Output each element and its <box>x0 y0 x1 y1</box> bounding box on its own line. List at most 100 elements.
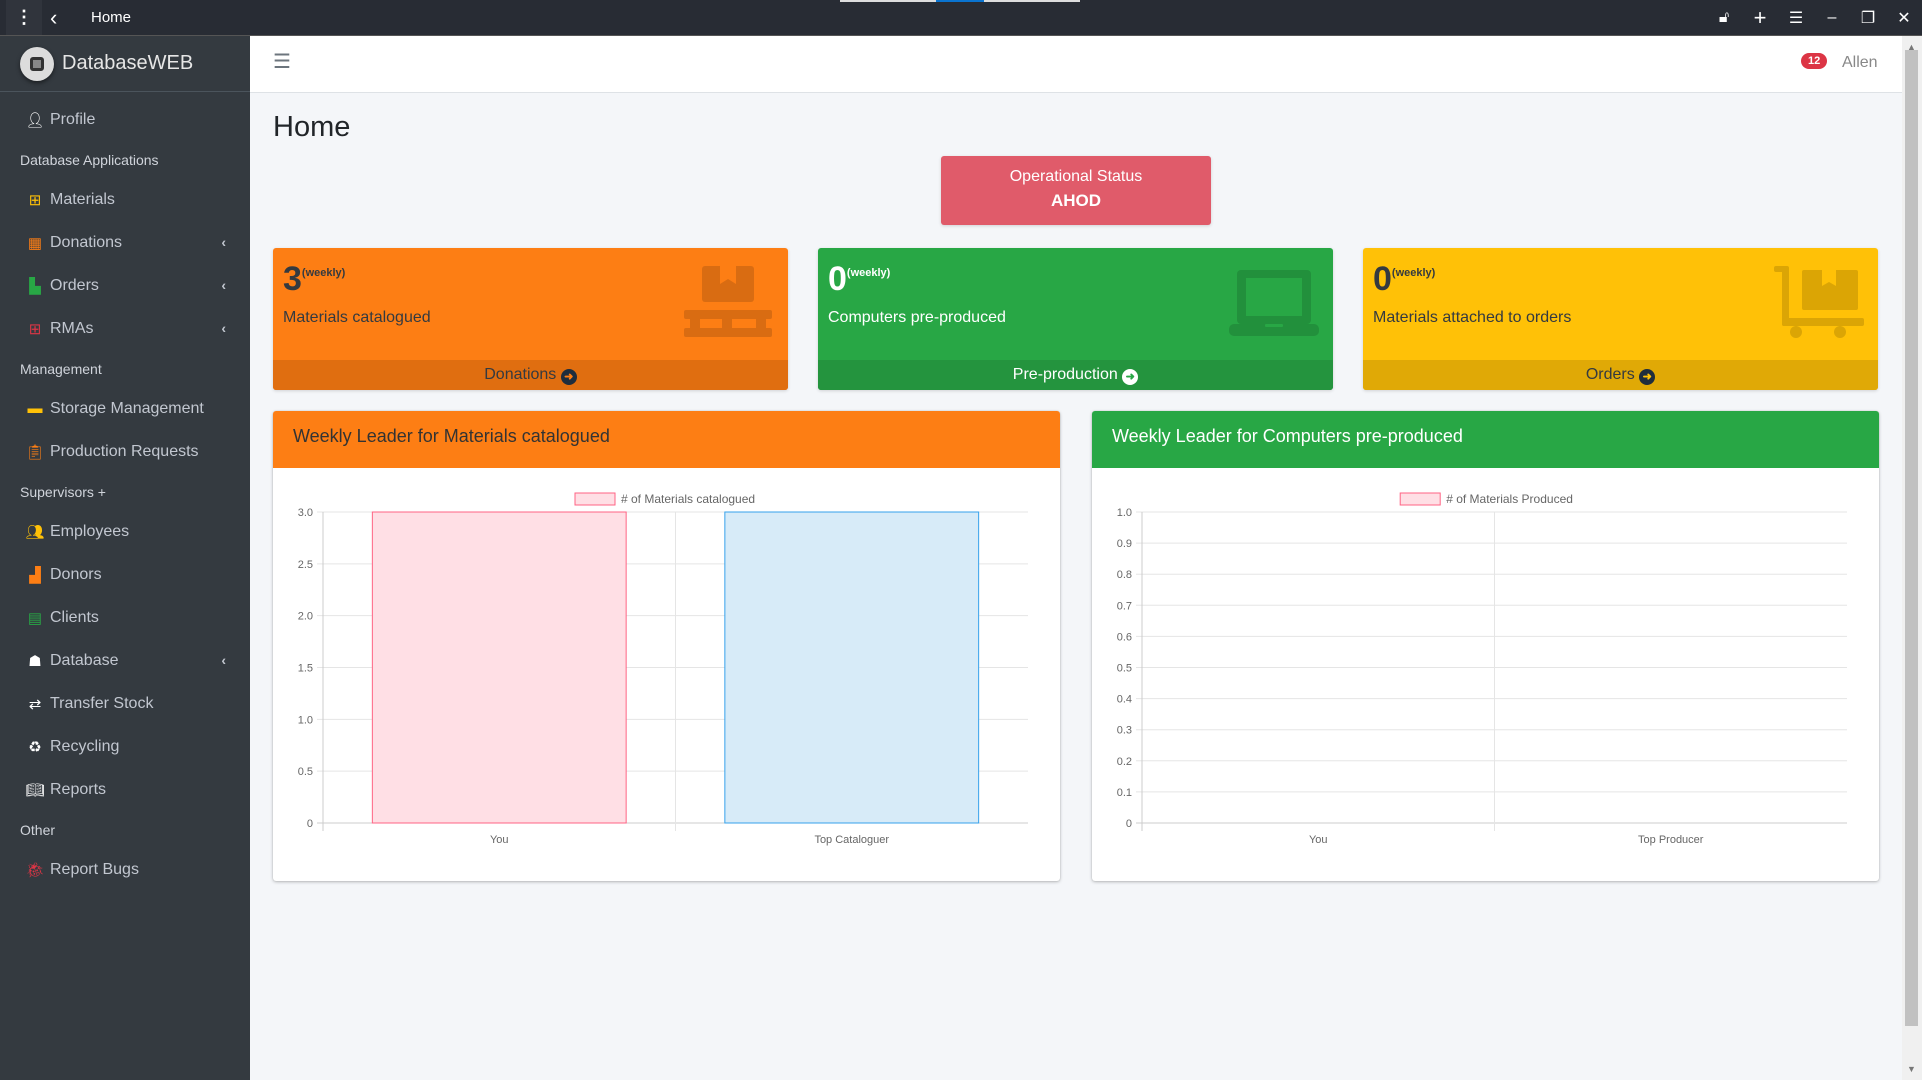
kebab-menu-icon[interactable]: ⋮ <box>6 0 42 35</box>
sidebar-nav: 👤︎ Profile Database Applications ⊞ Mater… <box>0 92 250 891</box>
sidebar-item-label: Recycling <box>50 737 120 755</box>
sidebar-item-donations[interactable]: ▦ Donations ‹ <box>0 221 250 264</box>
sidebar-item-storage-management[interactable]: ▬ Storage Management <box>0 387 250 430</box>
brand-logo-icon <box>20 46 54 81</box>
bar-chart-materials-catalogued: # of Materials catalogued 0 0.5 1.0 1.5 2.0 2.… <box>298 492 1028 846</box>
restore-icon[interactable]: ❐ <box>1850 8 1886 28</box>
status-label: Operational Status <box>1009 168 1143 185</box>
y-tick-label: 0 <box>307 818 313 830</box>
x-tick-label: Top Producer <box>1638 834 1704 846</box>
laptop-medical-icon: ⊞ <box>28 191 42 209</box>
scroll-down-icon[interactable]: ▼ <box>1907 1064 1916 1074</box>
sidebar-item-database[interactable]: ☗ Database ‹ <box>0 639 250 682</box>
sidebar-item-reports[interactable]: 📖︎ Reports <box>0 768 250 811</box>
lock-icon[interactable]: 🔓︎ <box>1706 9 1742 27</box>
user-secret-icon: ☗ <box>28 652 42 670</box>
y-tick-label: 1.5 <box>298 663 313 675</box>
notification-badge[interactable]: 12 <box>1801 53 1828 69</box>
sidebar-item-rmas[interactable]: ⊞ RMAs ‹ <box>0 307 250 350</box>
chart-legend[interactable]: # of Materials Produced <box>1399 492 1573 506</box>
pre-production-link[interactable]: Pre-production ➜ <box>818 360 1333 390</box>
orders-link[interactable]: Orders ➜ <box>1363 360 1878 390</box>
donations-link[interactable]: Donations ➜ <box>273 360 788 390</box>
chart-legend[interactable]: # of Materials catalogued <box>574 492 755 506</box>
plus-icon[interactable]: + <box>1742 5 1778 31</box>
user-icon: 👤︎ <box>25 111 45 129</box>
stat-period: (weekly) <box>301 267 346 279</box>
sidebar-item-production-requests[interactable]: 📋︎ Production Requests <box>0 430 250 473</box>
y-tick-label: 0.5 <box>298 766 313 778</box>
chart-card-materials-catalogued: Weekly Leader for Materials catalogued #… <box>273 411 1060 881</box>
sidebar-item-orders[interactable]: ▙ Orders ‹ <box>0 264 250 307</box>
arrow-circle-right-icon: ➜ <box>1639 369 1656 385</box>
scrollbar-thumb[interactable] <box>1905 50 1918 1026</box>
y-tick-label: 0.6 <box>1117 631 1132 643</box>
stat-box-computers-pre-produced: 0(weekly) Computers pre-produced Pre-pro… <box>818 248 1333 390</box>
sidebar-item-label: Profile <box>50 110 96 128</box>
brand-link[interactable]: DatabaseWEB <box>0 36 250 92</box>
sidebar-item-label: RMAs <box>50 319 94 337</box>
top-navbar: ☰ 12 Allen <box>250 36 1902 93</box>
legend-swatch <box>574 492 616 506</box>
stat-value: 0 <box>828 260 847 298</box>
y-tick-label: 0.1 <box>1117 787 1132 799</box>
y-tick-label: 1.0 <box>1117 507 1132 519</box>
y-tick-label: 3.0 <box>298 507 313 519</box>
x-tick-label: You <box>1309 834 1328 846</box>
sidebar-header-management: Management <box>20 360 102 377</box>
card-title: Weekly Leader for Computers pre-produced <box>1092 411 1879 468</box>
sidebar-item-clients[interactable]: ▤ Clients <box>0 596 250 639</box>
brand-name: DatabaseWEB <box>62 52 194 74</box>
x-tick-label: You <box>490 834 509 846</box>
chevron-left-icon: ‹ <box>221 652 226 668</box>
chevron-left-icon: ‹ <box>221 277 226 293</box>
sidebar-item-materials[interactable]: ⊞ Materials <box>0 178 250 221</box>
sidebar-item-label: Production Requests <box>50 442 199 460</box>
chevron-left-icon: ‹ <box>221 320 226 336</box>
y-tick-label: 0.2 <box>1117 756 1132 768</box>
sidebar-item-label: Materials <box>50 190 115 208</box>
stat-value: 3 <box>283 260 302 298</box>
sidebar-item-label: Database <box>50 651 119 669</box>
exchange-icon: ⇄ <box>28 695 42 713</box>
bar-you[interactable] <box>371 511 627 824</box>
sidebar-item-label: Storage Management <box>50 399 204 417</box>
y-tick-label: 0.8 <box>1117 569 1132 581</box>
close-icon[interactable]: ✕ <box>1886 8 1922 28</box>
menu-icon[interactable]: ☰ <box>1778 8 1814 28</box>
arrow-circle-right-icon: ➜ <box>1122 369 1139 385</box>
stat-box-materials-catalogued: 3(weekly) Materials catalogued Donations… <box>273 248 788 390</box>
bug-icon: 🐞︎ <box>25 861 45 879</box>
sidebar-item-donors[interactable]: ▟ Donors <box>0 553 250 596</box>
sidebar-header-other: Other <box>20 821 56 838</box>
sidebar-item-transfer-stock[interactable]: ⇄ Transfer Stock <box>0 682 250 725</box>
sidebar-item-employees[interactable]: 👥︎ Employees <box>0 510 250 553</box>
bar-top-cataloguer[interactable] <box>724 511 980 824</box>
sidebar-item-label: Clients <box>50 608 99 626</box>
legend-label: # of Materials Produced <box>1446 492 1573 506</box>
clipboard-list-icon: 📋︎ <box>25 443 45 461</box>
y-tick-label: 0.9 <box>1117 538 1132 550</box>
page-scrollbar[interactable]: ▲ ▼ <box>1902 36 1922 1080</box>
legend-swatch <box>1399 492 1441 506</box>
y-tick-label: 0.3 <box>1117 725 1132 737</box>
minimize-icon[interactable]: – <box>1814 9 1850 27</box>
sidebar-item-label: Employees <box>50 522 130 540</box>
user-menu[interactable]: Allen <box>1842 54 1878 72</box>
sidebar-item-profile[interactable]: 👤︎ Profile <box>0 98 250 141</box>
sidebar-header-database-applications: Database Applications <box>20 151 159 168</box>
hamburger-menu-icon[interactable]: ☰ <box>273 49 291 74</box>
chart-card-computers-pre-produced: Weekly Leader for Computers pre-produced… <box>1092 411 1879 881</box>
page-title: Home <box>273 111 351 143</box>
sidebar-item-label: Report Bugs <box>50 860 139 878</box>
book-open-icon: 📖︎ <box>25 781 45 799</box>
sidebar-item-report-bugs[interactable]: 🐞︎ Report Bugs <box>0 848 250 891</box>
y-tick-label: 0.7 <box>1117 600 1132 612</box>
id-card-icon: ▤ <box>27 609 43 627</box>
stat-box-materials-attached-to-orders: 0(weekly) Materials attached to orders O… <box>1363 248 1878 390</box>
back-icon[interactable]: ‹ <box>50 5 57 31</box>
sidebar-item-label: Donations <box>50 233 123 251</box>
sidebar-item-recycling[interactable]: ♻ Recycling <box>0 725 250 768</box>
sidebar-item-label: Transfer Stock <box>50 694 154 712</box>
recycle-icon: ♻ <box>28 738 42 756</box>
